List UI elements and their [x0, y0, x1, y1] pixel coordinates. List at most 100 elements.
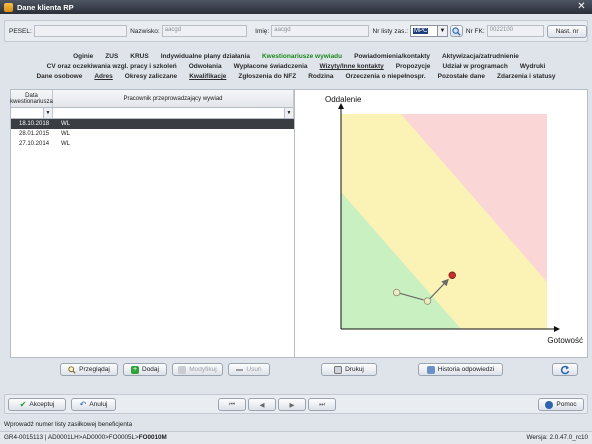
checkmark-icon: ✔	[19, 400, 27, 409]
accept-label: Akceptuj	[29, 401, 55, 408]
next-number-button[interactable]: Nast. nr	[547, 24, 587, 38]
tab-visits[interactable]: Wizyty/Inne kontakty	[320, 62, 384, 72]
name-field[interactable]: aacgd	[271, 25, 369, 37]
tab-printouts[interactable]: Wydruki	[520, 62, 546, 72]
history-button[interactable]: Historia odpowiedzi	[418, 363, 503, 376]
questionnaire-table: Data kwestionariusza Pracownik przeprowa…	[10, 90, 295, 357]
data-point[interactable]	[448, 271, 456, 279]
cell-date: 18.10.2018	[19, 121, 50, 127]
hint-text: Wprowadź numer listy zasiłkowej beneficj…	[4, 421, 133, 428]
filter-date[interactable]: ▼	[11, 108, 53, 118]
tab-ipd[interactable]: Indywidualne plany działania	[161, 52, 250, 62]
minus-icon	[236, 368, 244, 371]
surname-field[interactable]: aacgd	[161, 25, 248, 37]
tab-appeals[interactable]: Odwołania	[189, 62, 222, 72]
tab-disability[interactable]: Orzeczenia o niepełnospr.	[345, 72, 425, 82]
print-button[interactable]: Drukuj	[321, 363, 377, 376]
browse-button[interactable]: Przeglądaj	[60, 363, 118, 376]
tab-benefits[interactable]: Wypłacone świadczenia	[234, 62, 308, 72]
list-number-value: MPC	[412, 28, 429, 34]
print-label: Drukuj	[345, 366, 364, 373]
list-number-input[interactable]: MPC	[409, 25, 438, 37]
readiness-chart-svg: Oddalenie Gotowość	[325, 95, 583, 345]
table-row[interactable]: 18.10.2018 WL	[11, 119, 294, 129]
edit-icon	[178, 365, 187, 374]
status-bar: GR4-0015113 | AD0001LH>AD0000>FO0005L>FO…	[0, 431, 592, 444]
column-header-worker[interactable]: Pracownik przeprowadzający wywiad	[53, 90, 294, 107]
search-button[interactable]	[449, 25, 463, 37]
first-record-button[interactable]: ⏮	[218, 398, 246, 411]
tab-personal-data[interactable]: Dane osobowe	[36, 72, 82, 82]
questionnaire-panel: Data kwestionariusza Pracownik przeprowa…	[10, 89, 588, 358]
tab-cv[interactable]: CV oraz oczekiwania wzgl. pracy i szkole…	[47, 62, 177, 72]
help-button[interactable]: Pomoc	[538, 398, 584, 411]
table-row[interactable]: 28.01.2015 WL	[11, 129, 294, 139]
refresh-button[interactable]	[552, 363, 578, 376]
table-row[interactable]: 27.10.2014 WL	[11, 139, 294, 149]
dialog-footer: ✔ Akceptuj ↶ Anuluj ⏮ ◀ ▶ ⏭ Pomoc	[4, 394, 588, 414]
tab-row-2: CV oraz oczekiwania wzgl. pracy i szkole…	[4, 62, 588, 72]
tab-periods[interactable]: Okresy zaliczane	[125, 72, 177, 82]
plus-icon: +	[131, 365, 139, 374]
data-point[interactable]	[392, 288, 401, 297]
first-icon: ⏮	[229, 400, 235, 408]
fk-field[interactable]: 0022100	[486, 25, 545, 37]
tab-family[interactable]: Rodzina	[308, 72, 333, 82]
help-icon	[545, 400, 554, 409]
refresh-icon	[560, 365, 570, 374]
pesel-field[interactable]	[33, 25, 128, 37]
tab-address[interactable]: Adres	[94, 72, 112, 82]
next-icon: ▶	[289, 401, 295, 409]
printer-icon	[334, 365, 343, 374]
data-point[interactable]	[423, 297, 432, 305]
tab-other-data[interactable]: Pozostałe dane	[438, 72, 485, 82]
last-icon: ⏭	[319, 400, 325, 408]
tab-row-3: Dane osobowe Adres Okresy zaliczane Kwal…	[4, 72, 588, 82]
delete-label: Usuń	[246, 366, 262, 373]
cell-date: 28.01.2015	[19, 131, 50, 137]
name-label: Imię:	[255, 27, 270, 35]
surname-label: Nazwisko:	[130, 27, 160, 35]
tab-nfz[interactable]: Zgłoszenia do NFZ	[238, 72, 296, 82]
add-button[interactable]: + Dodaj	[123, 363, 167, 376]
x-axis-label: Gotowość	[547, 336, 583, 345]
tab-questionnaires[interactable]: Kwestionariusze wywiadu	[262, 52, 342, 62]
filter-worker[interactable]: ▼	[53, 108, 294, 118]
accept-button[interactable]: ✔ Akceptuj	[8, 398, 66, 411]
tab-qualifications[interactable]: Kwalifikacje	[189, 72, 226, 82]
cell-date: 27.10.2014	[19, 141, 50, 147]
y-axis-label: Oddalenie	[325, 95, 362, 104]
delete-button[interactable]: Usuń	[228, 363, 270, 376]
client-header: PESEL: Nazwisko: aacgd Imię: aacgd Nr li…	[4, 20, 588, 42]
status-path: GR4-0015113 | AD0001LH>AD0000>FO0005L>FO…	[4, 432, 167, 444]
previous-icon: ◀	[259, 401, 265, 409]
last-record-button[interactable]: ⏭	[308, 398, 336, 411]
browse-label: Przeglądaj	[79, 366, 110, 373]
help-label: Pomoc	[556, 401, 577, 408]
next-record-button[interactable]: ▶	[278, 398, 306, 411]
edit-button[interactable]: Modyfikuj	[172, 363, 223, 376]
list-number-combo[interactable]: MPC ▼	[409, 25, 448, 37]
tab-events[interactable]: Zdarzenia i statusy	[497, 72, 556, 82]
previous-record-button[interactable]: ◀	[248, 398, 276, 411]
tab-programs[interactable]: Udział w programach	[442, 62, 507, 72]
tab-notifications[interactable]: Powiadomienia/kontakty	[354, 52, 430, 62]
search-icon	[452, 26, 461, 36]
tab-krus[interactable]: KRUS	[130, 52, 148, 62]
list-number-label: Nr listy zas.:	[372, 27, 408, 35]
cell-worker: WL	[61, 121, 70, 127]
edit-label: Modyfikuj	[189, 366, 217, 373]
chevron-down-icon[interactable]: ▼	[284, 108, 293, 118]
cancel-label: Anuluj	[89, 401, 108, 408]
close-icon[interactable]: ✕	[575, 1, 588, 13]
history-icon	[426, 365, 435, 374]
tab-oginie[interactable]: Oginie	[73, 52, 93, 62]
cancel-button[interactable]: ↶ Anuluj	[71, 398, 116, 411]
tab-activation[interactable]: Aktywizacja/zatrudnienie	[442, 52, 519, 62]
tab-zus[interactable]: ZUS	[105, 52, 118, 62]
chevron-down-icon[interactable]: ▼	[43, 108, 52, 118]
tab-proposals[interactable]: Propozycje	[396, 62, 431, 72]
app-icon	[4, 2, 13, 12]
chevron-down-icon[interactable]: ▼	[437, 25, 448, 37]
column-header-date[interactable]: Data kwestionariusza	[10, 90, 53, 107]
